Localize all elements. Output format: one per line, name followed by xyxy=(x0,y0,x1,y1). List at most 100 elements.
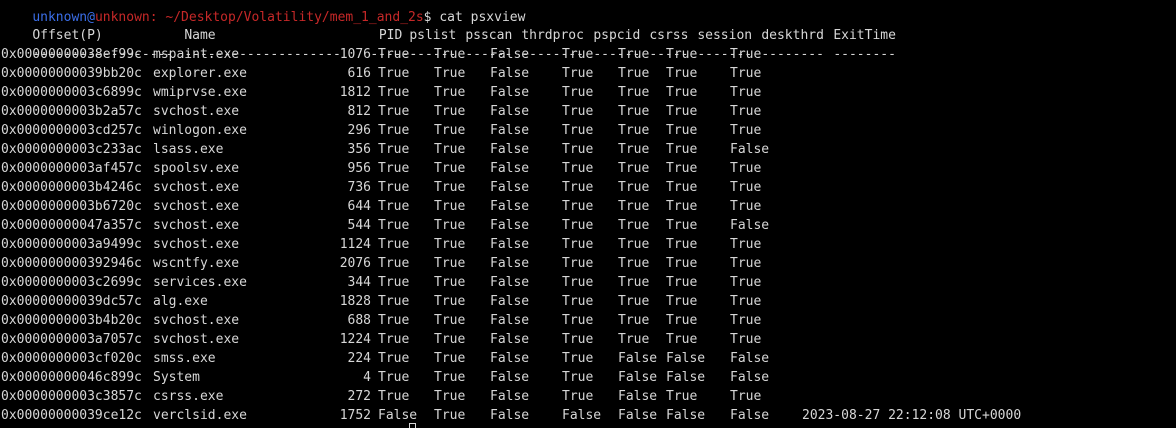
cell-name: svchost.exe xyxy=(153,237,240,252)
cell-pslist: True xyxy=(378,199,410,214)
table-row: 0x00000000038ef99c mspaint.exe 1076 True Tru… xyxy=(1,45,1042,64)
cell-psscan: True xyxy=(434,408,466,423)
cell-thrdproc: False xyxy=(490,104,530,119)
cell-psscan: True xyxy=(434,275,466,290)
table-row: 0x0000000003b2a57c svchost.exe 812 True True… xyxy=(1,102,1042,121)
cell-pslist: True xyxy=(378,351,410,366)
table-row: 0x0000000003c6899c wmiprvse.exe 1812 True Tr… xyxy=(1,83,1042,102)
cell-pslist: True xyxy=(378,142,410,157)
table-separator-row: ------------------ -------------------- --… xyxy=(1,26,1073,62)
cell-psscan: True xyxy=(434,313,466,328)
cell-deskthrd: False xyxy=(730,351,770,366)
cell-deskthrd: True xyxy=(730,104,762,119)
cell-session: True xyxy=(666,180,698,195)
cell-csrss: True xyxy=(618,47,650,62)
cell-psscan: True xyxy=(434,294,466,309)
cell-pspcid: True xyxy=(562,351,594,366)
cell-offset: 0x0000000003a7057c xyxy=(1,332,142,347)
cell-name: verclsid.exe xyxy=(153,408,247,423)
cell-pspcid: True xyxy=(562,47,594,62)
cell-deskthrd: True xyxy=(730,237,762,252)
cell-offset: 0x00000000039dc57c xyxy=(1,294,142,309)
cell-pslist: True xyxy=(378,332,410,347)
cell-psscan: True xyxy=(434,123,466,138)
cell-thrdproc: False xyxy=(490,66,530,81)
cell-thrdproc: False xyxy=(490,161,530,176)
cell-offset: 0x00000000039bb20c xyxy=(1,66,142,81)
cell-pslist: True xyxy=(378,66,410,81)
cell-name: winlogon.exe xyxy=(153,123,247,138)
terminal-window[interactable]: unknown@unknown: ~/Desktop/Volatility/me… xyxy=(0,0,1176,428)
cell-thrdproc: False xyxy=(490,218,530,233)
cell-name: mspaint.exe xyxy=(153,47,240,62)
cell-offset: 0x00000000046c899c xyxy=(1,370,142,385)
cell-name: csrss.exe xyxy=(153,389,224,404)
table-row: 0x00000000039ce12c verclsid.exe 1752 False T… xyxy=(1,406,1042,425)
cell-psscan: True xyxy=(434,199,466,214)
table-row: 0x0000000003b6720c svchost.exe 644 True True… xyxy=(1,197,1042,216)
cell-pid: 224 xyxy=(347,351,371,366)
cell-offset: 0x00000000039ce12c xyxy=(1,408,142,423)
cell-thrdproc: False xyxy=(490,142,530,157)
cell-thrdproc: False xyxy=(490,256,530,271)
cell-exittime: 2023-08-27 22:12:08 UTC+0000 xyxy=(802,408,1022,423)
cell-thrdproc: False xyxy=(490,275,530,290)
cell-pid: 272 xyxy=(347,389,371,404)
cell-pslist: True xyxy=(378,256,410,271)
cell-pslist: True xyxy=(378,294,410,309)
table-row: 0x0000000003c2699c services.exe 344 True Tru… xyxy=(1,273,1042,292)
table-row: 0x0000000003c233ac lsass.exe 356 True True Fa… xyxy=(1,140,1042,159)
cell-thrdproc: False xyxy=(490,47,530,62)
cell-thrdproc: False xyxy=(490,408,530,423)
cell-session: True xyxy=(666,142,698,157)
cell-deskthrd: True xyxy=(730,389,762,404)
cell-pspcid: True xyxy=(562,332,594,347)
cell-name: System xyxy=(153,370,200,385)
table-row: 0x00000000046c899c System 4 True True False Tr… xyxy=(1,368,1042,387)
table-row: 0x0000000003cf020c smss.exe 224 True True Fal… xyxy=(1,349,1042,368)
cell-deskthrd: True xyxy=(730,161,762,176)
cell-csrss: True xyxy=(618,275,650,290)
table-row: 0x0000000003b4246c svchost.exe 736 True True… xyxy=(1,178,1042,197)
cell-thrdproc: False xyxy=(490,313,530,328)
cell-session: True xyxy=(666,294,698,309)
cell-psscan: True xyxy=(434,389,466,404)
table-row: 0x0000000003a7057c svchost.exe 1224 True Tru… xyxy=(1,330,1042,349)
cell-pspcid: True xyxy=(562,294,594,309)
cell-pspcid: True xyxy=(562,218,594,233)
cell-pspcid: True xyxy=(562,142,594,157)
cell-psscan: True xyxy=(434,47,466,62)
cell-session: True xyxy=(666,256,698,271)
cell-deskthrd: False xyxy=(730,218,770,233)
cell-name: services.exe xyxy=(153,275,247,290)
cell-thrdproc: False xyxy=(490,294,530,309)
cell-psscan: True xyxy=(434,142,466,157)
cell-pid: 616 xyxy=(347,66,371,81)
cell-pslist: True xyxy=(378,218,410,233)
cell-pspcid: True xyxy=(562,370,594,385)
cell-csrss: True xyxy=(618,161,650,176)
cell-pspcid: False xyxy=(562,408,602,423)
cell-pid: 644 xyxy=(347,199,371,214)
cell-pid: 4 xyxy=(363,370,371,385)
cell-pid: 1812 xyxy=(339,85,371,100)
cell-thrdproc: False xyxy=(490,370,530,385)
cell-session: True xyxy=(666,332,698,347)
cell-pspcid: True xyxy=(562,275,594,290)
cell-csrss: True xyxy=(618,199,650,214)
cell-pid: 1752 xyxy=(339,408,371,423)
cell-offset: 0x0000000003b6720c xyxy=(1,199,142,214)
cell-offset: 0x0000000003c3857c xyxy=(1,389,142,404)
cell-psscan: True xyxy=(434,256,466,271)
cell-csrss: True xyxy=(618,332,650,347)
cell-offset: 0x0000000003c233ac xyxy=(1,142,142,157)
cell-pslist: True xyxy=(378,104,410,119)
cell-offset: 0x000000000392946c xyxy=(1,256,142,271)
cell-psscan: True xyxy=(434,104,466,119)
cell-pid: 956 xyxy=(347,161,371,176)
cell-pslist: True xyxy=(378,123,410,138)
cell-session: False xyxy=(666,351,706,366)
cell-session: True xyxy=(666,104,698,119)
cell-pslist: True xyxy=(378,275,410,290)
cell-session: True xyxy=(666,237,698,252)
